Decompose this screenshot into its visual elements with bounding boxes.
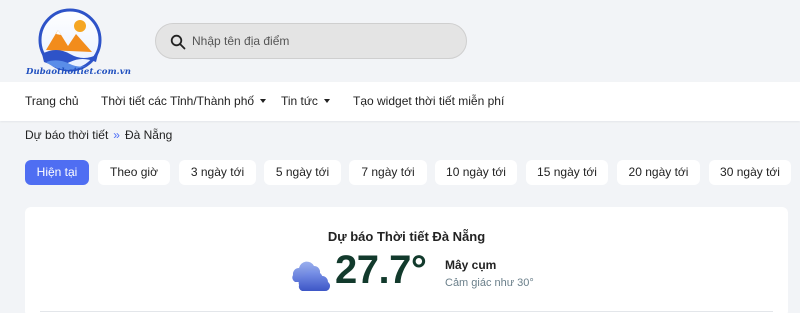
tab-5-days[interactable]: 5 ngày tới bbox=[264, 160, 341, 185]
current-weather-card: Dự báo Thời tiết Đà Nẵng 27.7° Mây cụm C… bbox=[25, 207, 788, 313]
weather-condition: Mây cụm bbox=[445, 258, 497, 272]
nav-item-label: Tạo widget thời tiết miễn phí bbox=[353, 94, 505, 108]
tab-label: 7 ngày tới bbox=[361, 165, 415, 179]
nav-item-label: Trang chủ bbox=[25, 94, 79, 108]
site-header: Dubaothoitiet.com.vn bbox=[0, 0, 800, 82]
breadcrumb-separator: » bbox=[113, 128, 120, 142]
nav-item-label: Tin tức bbox=[281, 94, 318, 108]
tab-label: Hiện tại bbox=[36, 165, 78, 179]
divider bbox=[40, 311, 773, 312]
main-nav: Trang chủ Thời tiết các Tỉnh/Thành phố T… bbox=[0, 82, 800, 121]
tab-label: 20 ngày tới bbox=[628, 165, 689, 179]
tab-current[interactable]: Hiện tại bbox=[25, 160, 89, 185]
logo-text: Dubaothoitiet.com.vn bbox=[26, 67, 132, 77]
tab-7-days[interactable]: 7 ngày tới bbox=[349, 160, 427, 185]
search-icon bbox=[170, 34, 186, 50]
nav-item-label: Thời tiết các Tỉnh/Thành phố bbox=[101, 94, 255, 108]
nav-item-provinces[interactable]: Thời tiết các Tỉnh/Thành phố bbox=[101, 82, 267, 121]
tab-30-days[interactable]: 30 ngày tới bbox=[709, 160, 791, 185]
temperature-value: 27.7° bbox=[335, 248, 427, 292]
card-title: Dự báo Thời tiết Đà Nẵng bbox=[327, 229, 486, 244]
nav-item-home[interactable]: Trang chủ bbox=[25, 82, 79, 121]
breadcrumb-current: Đà Nẵng bbox=[124, 128, 173, 142]
search-input[interactable] bbox=[192, 24, 452, 58]
tab-10-days[interactable]: 10 ngày tới bbox=[435, 160, 517, 185]
tab-15-days[interactable]: 15 ngày tới bbox=[526, 160, 608, 185]
caret-down-icon bbox=[260, 99, 267, 103]
tab-label: 5 ngày tới bbox=[275, 165, 330, 179]
cloud-icon bbox=[292, 261, 330, 291]
tab-hourly[interactable]: Theo giờ bbox=[98, 160, 170, 185]
tab-label: Theo giờ bbox=[110, 165, 158, 179]
tab-20-days[interactable]: 20 ngày tới bbox=[617, 160, 700, 185]
feels-like-text: Cảm giác như 30° bbox=[445, 277, 534, 289]
caret-down-icon bbox=[323, 99, 330, 103]
breadcrumb: Dự báo thời tiết » Đà Nẵng bbox=[25, 128, 172, 142]
tab-label: 15 ngày tới bbox=[537, 165, 597, 179]
tab-label: 3 ngày tới bbox=[190, 165, 245, 179]
breadcrumb-root-link[interactable]: Dự báo thời tiết bbox=[25, 128, 108, 142]
tab-3-days[interactable]: 3 ngày tới bbox=[179, 160, 256, 185]
nav-item-widget[interactable]: Tạo widget thời tiết miễn phí bbox=[353, 82, 504, 121]
tab-label: 30 ngày tới bbox=[720, 165, 780, 179]
search-box[interactable] bbox=[155, 23, 467, 59]
nav-item-news[interactable]: Tin tức bbox=[281, 82, 330, 121]
tab-label: 10 ngày tới bbox=[446, 165, 506, 179]
